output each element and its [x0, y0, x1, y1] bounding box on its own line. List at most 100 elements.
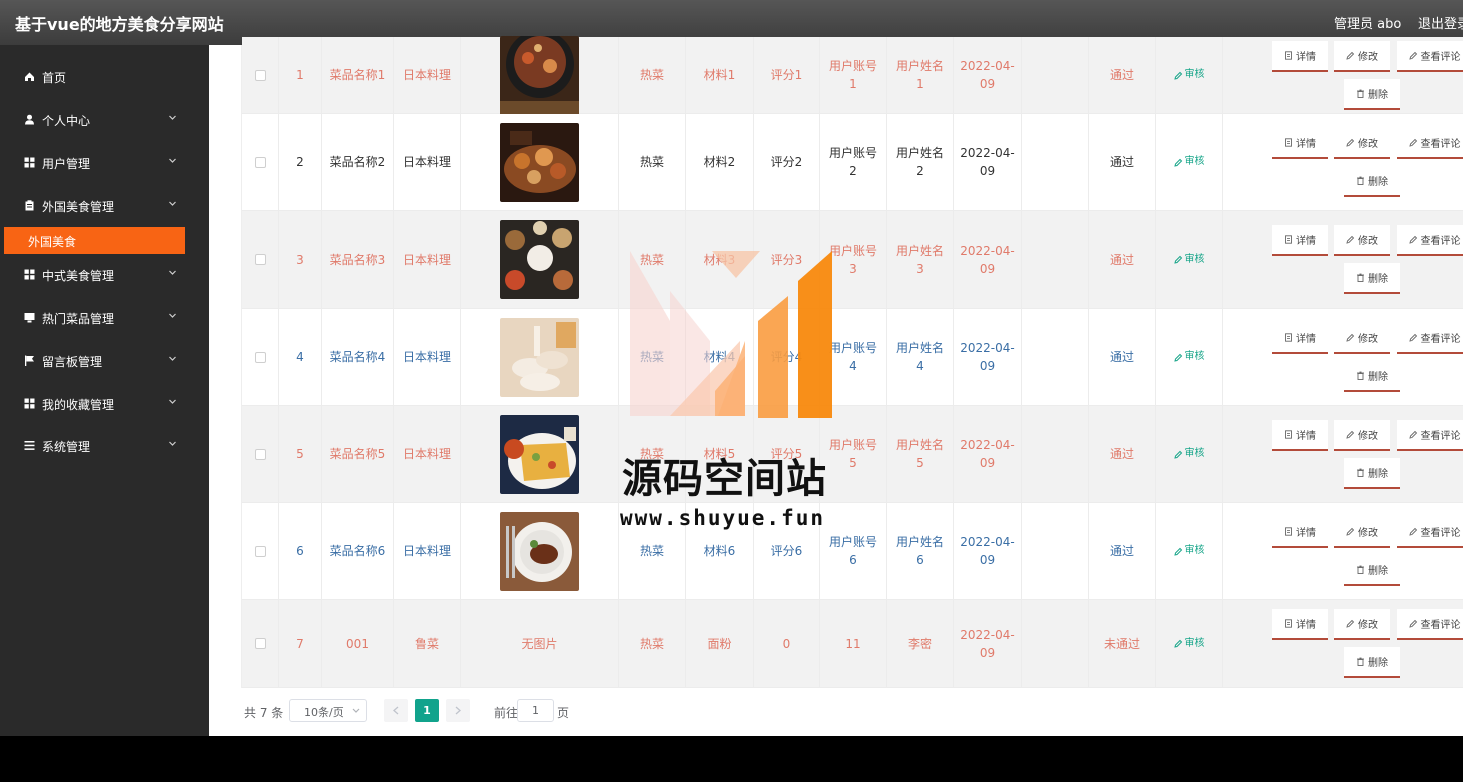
table-row: 1 菜品名称1 日本料理 热菜 材料1 评分1 用户账号 1 用户姓名 1 2022-04- 09 通过…: [242, 35, 1463, 115]
chevron-down-icon: [169, 356, 176, 361]
delete-button[interactable]: 删除: [1344, 166, 1400, 197]
chevron-down-icon: [169, 270, 176, 275]
sidebar-item-4[interactable]: 中式美食管理: [0, 254, 209, 296]
audit-label: 审核: [1184, 351, 1205, 362]
audit-link[interactable]: 审核: [1173, 348, 1205, 366]
sidebar-item-5[interactable]: 热门菜品管理: [0, 297, 209, 339]
sidebar-item-0[interactable]: 首页: [0, 56, 209, 98]
cell-score: 评分1: [754, 37, 820, 113]
delete-button[interactable]: 删除: [1344, 647, 1400, 678]
audit-link[interactable]: 审核: [1173, 445, 1205, 463]
detail-button[interactable]: 详情: [1272, 225, 1328, 256]
view-comments-button[interactable]: 查看评论: [1397, 128, 1463, 159]
edit-icon: [1408, 430, 1417, 439]
edit-button[interactable]: 修改: [1334, 225, 1390, 256]
edit-icon: [1346, 235, 1355, 244]
row-actions: 详情 修改 查看评论删除: [1240, 600, 1463, 687]
detail-button[interactable]: 详情: [1272, 323, 1328, 354]
chevron-down-icon: [169, 158, 176, 163]
row-checkbox[interactable]: [254, 545, 266, 557]
cell-status: 通过: [1089, 309, 1156, 405]
goto-page-input[interactable]: 1: [517, 699, 554, 722]
audit-link[interactable]: 审核: [1173, 251, 1205, 269]
trash-icon: [1357, 89, 1364, 98]
view-comments-button[interactable]: 查看评论: [1397, 517, 1463, 548]
cell-name: 菜品名称3: [322, 211, 394, 308]
view-comments-label: 查看评论: [1420, 528, 1461, 539]
sidebar-item-2[interactable]: 用户管理: [0, 142, 209, 184]
edit-button[interactable]: 修改: [1334, 420, 1390, 451]
edit-button[interactable]: 修改: [1334, 517, 1390, 548]
delete-button[interactable]: 删除: [1344, 458, 1400, 489]
sidebar-item-6[interactable]: 留言板管理: [0, 340, 209, 382]
table-row: 6 菜品名称6 日本料理 热菜 材料6 评分6 用户账号 6 用户姓名 6 2022-04- 09 通过…: [242, 503, 1463, 600]
edit-icon: [1173, 450, 1182, 459]
detail-label: 详情: [1296, 528, 1316, 539]
row-actions: 详情 修改 查看评论删除: [1240, 37, 1463, 113]
cell-material: 材料2: [686, 114, 754, 210]
page-number-current[interactable]: 1: [415, 699, 439, 722]
edit-icon: [1173, 158, 1182, 167]
view-comments-button[interactable]: 查看评论: [1397, 420, 1463, 451]
cell-type: 热菜: [619, 211, 686, 308]
page-size-select[interactable]: 10条/页: [289, 699, 367, 722]
edit-icon: [1173, 71, 1182, 80]
cell-account: 用户账号 1: [820, 37, 887, 113]
view-comments-button[interactable]: 查看评论: [1397, 609, 1463, 640]
sidebar-item-3[interactable]: 外国美食管理: [0, 185, 209, 227]
audit-link[interactable]: 审核: [1173, 66, 1205, 84]
row-checkbox[interactable]: [254, 448, 266, 460]
cell-account: 用户账号 5: [820, 406, 887, 502]
cell-status: 通过: [1089, 406, 1156, 502]
delete-button[interactable]: 删除: [1344, 263, 1400, 294]
edit-icon: [1173, 547, 1182, 556]
delete-button[interactable]: 删除: [1344, 361, 1400, 392]
audit-link[interactable]: 审核: [1173, 153, 1205, 171]
edit-button[interactable]: 修改: [1334, 41, 1390, 72]
next-page-button[interactable]: [446, 699, 470, 722]
sidebar-subitem-foreign-food[interactable]: 外国美食: [4, 227, 185, 254]
sidebar-item-1[interactable]: 个人中心: [0, 99, 209, 141]
page-size-value: 10条/页: [304, 706, 344, 719]
document-icon: [1285, 527, 1292, 536]
edit-button[interactable]: 修改: [1334, 128, 1390, 159]
cell-username: 用户姓名 2: [887, 114, 954, 210]
detail-button[interactable]: 详情: [1272, 41, 1328, 72]
cell-index: 5: [279, 406, 322, 502]
view-comments-label: 查看评论: [1420, 139, 1461, 150]
user-icon: [24, 114, 35, 125]
detail-button[interactable]: 详情: [1272, 420, 1328, 451]
detail-button[interactable]: 详情: [1272, 128, 1328, 159]
grid-icon: [24, 398, 35, 409]
logout-link[interactable]: 退出登录: [1418, 13, 1463, 32]
delete-label: 删除: [1368, 469, 1388, 480]
sidebar-item-7[interactable]: 我的收藏管理: [0, 383, 209, 425]
sidebar-item-8[interactable]: 系统管理: [0, 425, 209, 467]
trash-icon: [1357, 565, 1364, 574]
audit-label: 审核: [1184, 448, 1205, 459]
row-checkbox[interactable]: [254, 351, 266, 363]
row-checkbox[interactable]: [254, 254, 266, 265]
prev-page-button[interactable]: [384, 699, 408, 722]
row-checkbox[interactable]: [254, 638, 266, 649]
pagination: 共 7 条 10条/页 1 前往 1 页: [241, 696, 841, 726]
cell-date: 2022-04- 09: [954, 37, 1022, 113]
detail-button[interactable]: 详情: [1272, 517, 1328, 548]
edit-button[interactable]: 修改: [1334, 323, 1390, 354]
audit-link[interactable]: 审核: [1173, 542, 1205, 560]
row-checkbox[interactable]: [254, 69, 266, 81]
view-comments-button[interactable]: 查看评论: [1397, 41, 1463, 72]
view-comments-button[interactable]: 查看评论: [1397, 323, 1463, 354]
delete-label: 删除: [1368, 274, 1388, 285]
edit-button[interactable]: 修改: [1334, 609, 1390, 640]
chevron-down-icon: [169, 201, 176, 206]
detail-button[interactable]: 详情: [1272, 609, 1328, 640]
audit-link[interactable]: 审核: [1173, 635, 1205, 653]
cell-index: 7: [279, 600, 322, 687]
delete-button[interactable]: 删除: [1344, 79, 1400, 110]
cell-index: 4: [279, 309, 322, 405]
view-comments-button[interactable]: 查看评论: [1397, 225, 1463, 256]
table-row: 7 001 鲁菜 无图片 热菜 面粉 0 11 李密 2022-04- 09 未通过 审核 详情 修改 查看评…: [242, 600, 1463, 688]
row-checkbox[interactable]: [254, 156, 266, 168]
delete-button[interactable]: 删除: [1344, 555, 1400, 586]
